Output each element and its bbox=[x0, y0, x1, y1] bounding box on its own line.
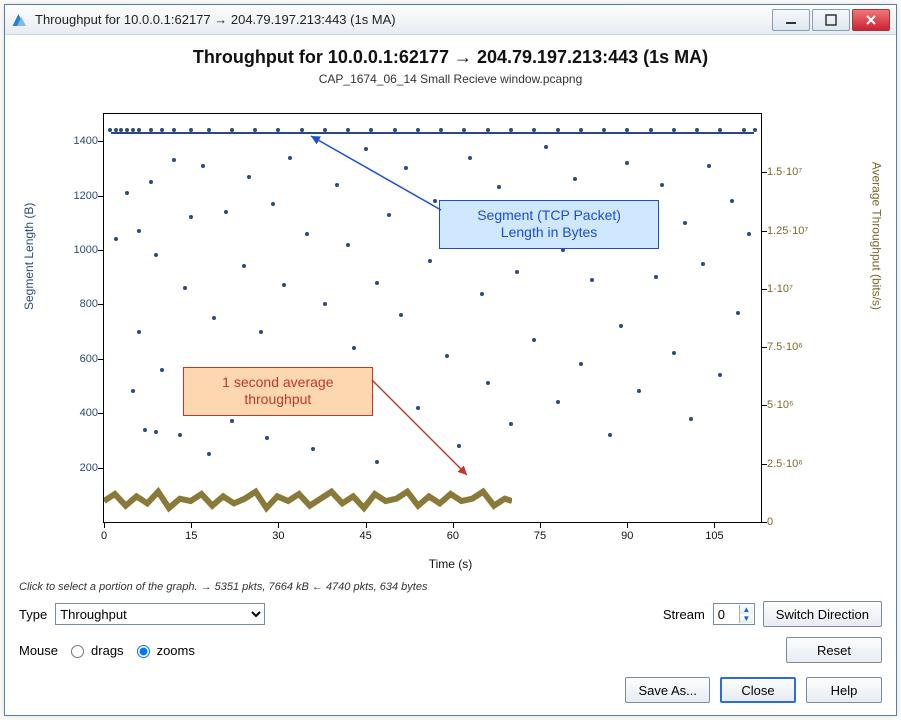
y1-tick: 1400 bbox=[58, 135, 98, 147]
titlebar[interactable]: Throughput for 10.0.0.1:62177 → 204.79.1… bbox=[5, 5, 896, 35]
plot-area[interactable]: 0153045607590105200400600800100012001400… bbox=[103, 113, 762, 523]
chart-title: Throughput for 10.0.0.1:62177 → 204.79.1… bbox=[19, 47, 882, 68]
stream-label: Stream bbox=[663, 607, 705, 622]
y1-tick: 1200 bbox=[58, 190, 98, 202]
y2-tick: 5·10⁶ bbox=[767, 399, 823, 411]
x-tick: 15 bbox=[185, 530, 197, 542]
x-tick: 90 bbox=[621, 530, 633, 542]
wireshark-icon bbox=[11, 11, 29, 29]
hint-text: Click to select a portion of the graph. … bbox=[19, 581, 882, 593]
x-tick: 30 bbox=[272, 530, 284, 542]
chart[interactable]: Throughput for 10.0.0.1:62177 → 204.79.1… bbox=[19, 45, 882, 575]
x-axis-label: Time (s) bbox=[429, 557, 473, 571]
x-tick: 105 bbox=[705, 530, 723, 542]
mouse-zooms-radio[interactable] bbox=[137, 645, 150, 658]
scatter-points bbox=[104, 114, 761, 522]
stream-down-icon[interactable]: ▼ bbox=[739, 614, 753, 623]
switch-direction-button[interactable]: Switch Direction bbox=[763, 601, 882, 627]
stream-up-icon[interactable]: ▲ bbox=[739, 605, 753, 614]
y2-axis-label: Average Throughput (bits/s) bbox=[869, 162, 883, 310]
y1-tick: 1000 bbox=[58, 244, 98, 256]
y2-tick: 2.5·10⁶ bbox=[767, 458, 823, 470]
mouse-zooms-label: zooms bbox=[157, 643, 195, 658]
mouse-label: Mouse bbox=[19, 643, 58, 658]
y2-tick: 1.25·10⁷ bbox=[767, 225, 823, 237]
y2-tick: 1·10⁷ bbox=[767, 283, 823, 295]
stream-value: 0 bbox=[718, 607, 725, 622]
x-tick: 45 bbox=[360, 530, 372, 542]
save-as-button[interactable]: Save As... bbox=[625, 677, 710, 703]
controls-row-1: Type Throughput Stream 0 ▲ ▼ Switch Dire… bbox=[19, 601, 882, 627]
y2-tick: 0 bbox=[767, 516, 823, 528]
close-window-button[interactable] bbox=[852, 9, 890, 31]
window-title: Throughput for 10.0.0.1:62177 → 204.79.1… bbox=[35, 12, 766, 27]
y2-tick: 7.5·10⁶ bbox=[767, 341, 823, 353]
content-area: Throughput for 10.0.0.1:62177 → 204.79.1… bbox=[5, 35, 896, 715]
mouse-drags-radio[interactable] bbox=[71, 645, 84, 658]
x-tick: 60 bbox=[447, 530, 459, 542]
chart-subtitle: CAP_1674_06_14 Small Recieve window.pcap… bbox=[19, 72, 882, 86]
annotation-segment: Segment (TCP Packet) Length in Bytes bbox=[439, 200, 659, 249]
mouse-drags-label: drags bbox=[91, 643, 124, 658]
y1-tick: 400 bbox=[58, 407, 98, 419]
x-tick: 75 bbox=[534, 530, 546, 542]
help-button[interactable]: Help bbox=[806, 677, 882, 703]
y1-axis-label: Segment Length (B) bbox=[22, 203, 36, 310]
type-label: Type bbox=[19, 607, 47, 622]
annotation-throughput: 1 second average throughput bbox=[183, 367, 373, 416]
y2-tick: 1.5·10⁷ bbox=[767, 166, 823, 178]
y1-tick: 200 bbox=[58, 462, 98, 474]
dialog-buttons: Save As... Close Help bbox=[19, 673, 882, 703]
maximize-button[interactable] bbox=[812, 9, 850, 31]
x-tick: 0 bbox=[101, 530, 107, 542]
stream-spinner[interactable]: 0 ▲ ▼ bbox=[713, 603, 755, 625]
y1-tick: 600 bbox=[58, 353, 98, 365]
type-select[interactable]: Throughput bbox=[55, 603, 265, 625]
close-button[interactable]: Close bbox=[720, 677, 796, 703]
minimize-button[interactable] bbox=[772, 9, 810, 31]
app-window: Throughput for 10.0.0.1:62177 → 204.79.1… bbox=[4, 4, 897, 716]
y1-tick: 800 bbox=[58, 298, 98, 310]
controls-row-2: Mouse drags zooms Reset bbox=[19, 637, 882, 663]
reset-button[interactable]: Reset bbox=[786, 637, 882, 663]
window-buttons bbox=[772, 9, 890, 31]
